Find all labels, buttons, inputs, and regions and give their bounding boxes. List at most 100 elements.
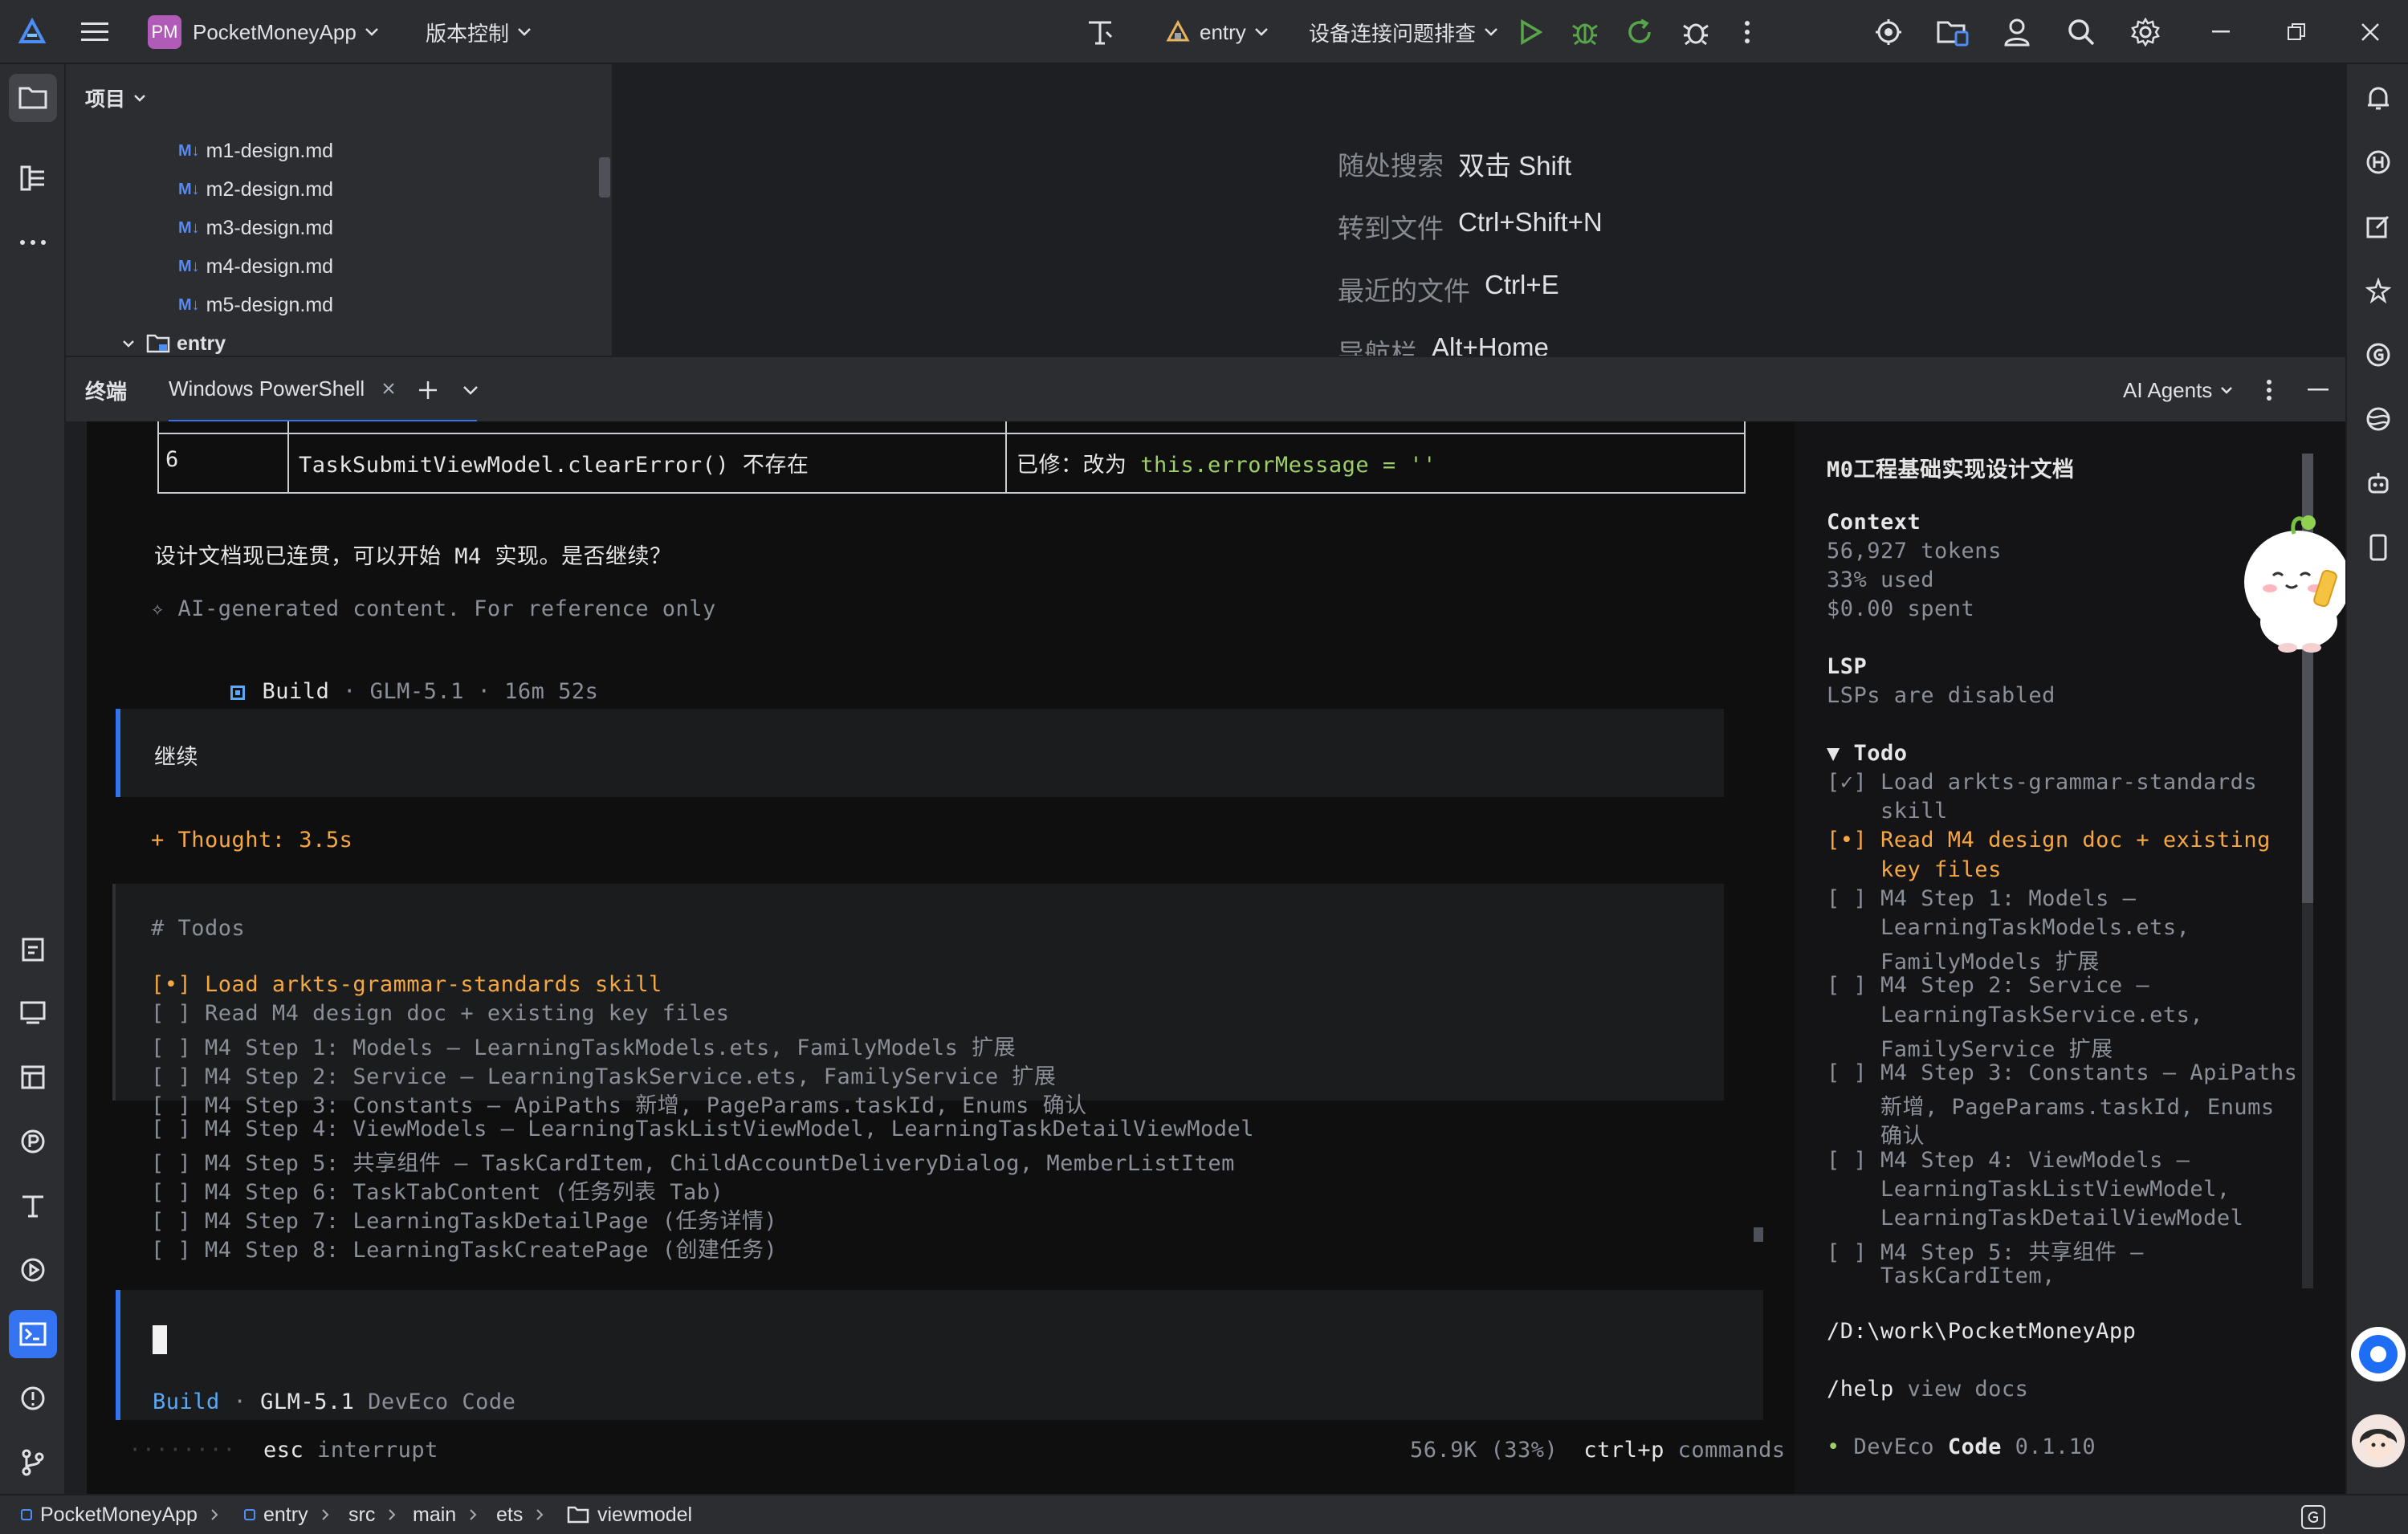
build-meta: · GLM-5.1 · 16m 52s bbox=[329, 679, 599, 704]
hide-panel-icon[interactable] bbox=[2308, 357, 2329, 423]
sidebar-todo-line: [•] Read M4 design doc + existing bbox=[1827, 828, 2271, 853]
thought-line[interactable]: + Thought: 3.5s bbox=[151, 828, 352, 852]
text-tool-icon[interactable] bbox=[1076, 8, 1124, 56]
todo-text: M4 Step 8: LearningTaskCreatePage (创建任务) bbox=[205, 1238, 778, 1263]
terminal-title: 终端 bbox=[85, 379, 128, 404]
todo-text: M4 Step 6: TaskTabContent (任务列表 Tab) bbox=[205, 1180, 724, 1205]
globe-icon[interactable] bbox=[2354, 395, 2402, 443]
tree-file-item[interactable]: M↓ m2-design.md bbox=[178, 170, 333, 209]
breadcrumb-item[interactable]: ets bbox=[496, 1495, 544, 1534]
close-icon[interactable] bbox=[2346, 8, 2394, 56]
restore-icon[interactable] bbox=[2272, 8, 2320, 56]
notifications-bell-icon[interactable] bbox=[2354, 74, 2402, 122]
chat-scrollbar[interactable] bbox=[1754, 1227, 1763, 1242]
main-menu-icon[interactable] bbox=[71, 8, 119, 56]
hint-label: 随处搜索 bbox=[1338, 151, 1444, 181]
attach-debugger-icon[interactable] bbox=[1672, 8, 1720, 56]
terminal-icon[interactable] bbox=[9, 1310, 57, 1358]
breadcrumb-item[interactable]: src bbox=[348, 1495, 396, 1534]
terminal-options-icon[interactable] bbox=[2266, 357, 2272, 423]
project-scrollbar[interactable] bbox=[599, 157, 610, 197]
settings-gear-icon[interactable] bbox=[2121, 8, 2170, 56]
codegenie-g-icon[interactable] bbox=[2354, 331, 2402, 379]
device-phone-icon[interactable] bbox=[2354, 523, 2402, 572]
file-name: m4-design.md bbox=[206, 254, 334, 278]
run-icon[interactable] bbox=[1506, 8, 1554, 56]
breadcrumb-item[interactable]: PocketMoneyApp bbox=[21, 1495, 218, 1534]
tree-file-item[interactable]: M↓ m5-design.md bbox=[178, 286, 333, 324]
assistant-bubble-icon[interactable] bbox=[2349, 1324, 2408, 1384]
footer-right: 56.9K (33%) ctrl+p commands bbox=[1410, 1438, 1786, 1463]
git-branch-icon[interactable] bbox=[9, 1438, 57, 1487]
sidebar-todo-line: [✓] Load arkts-grammar-standards bbox=[1827, 770, 2258, 795]
footer-ctrl-key: ctrl+p bbox=[1583, 1438, 1664, 1463]
close-tab-icon[interactable] bbox=[382, 382, 395, 395]
sidebar-todo-line: FamilyModels 扩展 bbox=[1827, 950, 2100, 975]
todo-status: [•] bbox=[151, 972, 192, 997]
tree-file-item[interactable]: M↓ m4-design.md bbox=[178, 247, 333, 286]
account-icon[interactable] bbox=[1993, 8, 2041, 56]
prompt-box[interactable]: Build · GLM-5.1 DevEco Code bbox=[116, 1290, 1763, 1420]
todos-header: # Todos bbox=[151, 916, 246, 941]
ai-agents-dropdown[interactable]: AI Agents bbox=[2123, 357, 2233, 423]
project-selector[interactable]: PM PocketMoneyApp bbox=[148, 0, 379, 64]
status-g-icon[interactable] bbox=[2301, 1505, 2325, 1529]
codelinter-icon[interactable] bbox=[1864, 8, 1913, 56]
editor-empty-state: 随处搜索 双击 Shift 转到文件 Ctrl+Shift+N 最近的文件 Ct… bbox=[615, 64, 2345, 356]
minimize-icon[interactable] bbox=[2197, 8, 2245, 56]
todo-text: Read M4 design doc + existing key files bbox=[205, 1001, 730, 1026]
robot-agent-icon[interactable] bbox=[2354, 459, 2402, 507]
hint-navigation-bar: 导航栏 Alt+Home bbox=[1338, 332, 1549, 356]
table-cell-number: 6 bbox=[165, 447, 179, 472]
edit-notes-icon[interactable] bbox=[2354, 202, 2402, 250]
todo-section-toggle[interactable]: ▼ Todo bbox=[1827, 741, 1908, 766]
harmony-h-icon[interactable] bbox=[2354, 138, 2402, 186]
tab-options-chevron-icon[interactable] bbox=[462, 357, 479, 423]
debug-icon[interactable] bbox=[1561, 8, 1609, 56]
breadcrumb-item[interactable]: main bbox=[413, 1495, 477, 1534]
structure-icon[interactable] bbox=[9, 154, 57, 202]
ai-assistant-icon[interactable] bbox=[2354, 267, 2402, 315]
todo-item: [ ] M4 Step 3: Constants — ApiPaths 新增, … bbox=[151, 1088, 1087, 1119]
device-selector[interactable]: 设备连接问题排查 bbox=[1309, 0, 1498, 64]
folder-name: entry bbox=[177, 332, 226, 355]
app-logo-icon[interactable] bbox=[8, 8, 56, 56]
session-sidebar: M0工程基础实现设计文档 Context 56,927 tokens 33% u… bbox=[1795, 421, 2345, 1494]
chevron-down-icon bbox=[133, 94, 146, 102]
rerun-icon[interactable] bbox=[1616, 8, 1664, 56]
profiler-icon[interactable] bbox=[9, 1117, 57, 1166]
build-tool-icon[interactable] bbox=[9, 1182, 57, 1230]
chevron-down-icon bbox=[2220, 386, 2233, 394]
chat-pane[interactable]: 6 TaskSubmitViewModel.clearError() 不存在 已… bbox=[87, 421, 1795, 1494]
lsp-label: LSP bbox=[1827, 654, 1868, 679]
breadcrumb-item[interactable]: entry bbox=[244, 1495, 329, 1534]
more-tools-icon[interactable] bbox=[9, 218, 57, 267]
todo-status: [ ] bbox=[151, 1209, 192, 1234]
tree-file-item[interactable]: M↓ m3-design.md bbox=[178, 209, 333, 247]
user-avatar[interactable] bbox=[2350, 1413, 2406, 1469]
project-badge: PM bbox=[148, 15, 181, 49]
device-manager-icon[interactable] bbox=[1929, 8, 1977, 56]
breadcrumb-item[interactable]: viewmodel bbox=[567, 1495, 692, 1534]
right-tool-strip bbox=[2345, 64, 2408, 1494]
search-icon[interactable] bbox=[2057, 8, 2105, 56]
run-config-selector[interactable]: entry bbox=[1166, 0, 1269, 64]
sidebar-todo-line: LearningTaskListViewModel, bbox=[1827, 1176, 2231, 1202]
new-tab-plus-icon[interactable] bbox=[418, 357, 438, 423]
todo-status: [ ] bbox=[151, 1036, 192, 1060]
vcs-menu[interactable]: 版本控制 bbox=[426, 0, 532, 64]
ai-agents-label: AI Agents bbox=[2123, 377, 2213, 402]
log-icon[interactable] bbox=[9, 989, 57, 1037]
title-bar: PM PocketMoneyApp 版本控制 entry 设备连接问题排查 bbox=[0, 0, 2408, 64]
folder-icon bbox=[146, 333, 170, 354]
project-panel-title[interactable]: 项目 bbox=[85, 79, 146, 117]
problems-icon[interactable] bbox=[9, 1374, 57, 1422]
todo-icon[interactable] bbox=[9, 925, 57, 973]
sidebar-todo-line: [ ] M4 Step 3: Constants — ApiPaths bbox=[1827, 1060, 2298, 1085]
tree-file-item[interactable]: M↓ m1-design.md bbox=[178, 132, 333, 170]
hint-goto-file: 转到文件 Ctrl+Shift+N bbox=[1338, 207, 1603, 246]
layout-inspector-icon[interactable] bbox=[9, 1053, 57, 1101]
project-folder-icon[interactable] bbox=[9, 74, 57, 122]
services-icon[interactable] bbox=[9, 1246, 57, 1294]
more-actions-icon[interactable] bbox=[1723, 8, 1771, 56]
